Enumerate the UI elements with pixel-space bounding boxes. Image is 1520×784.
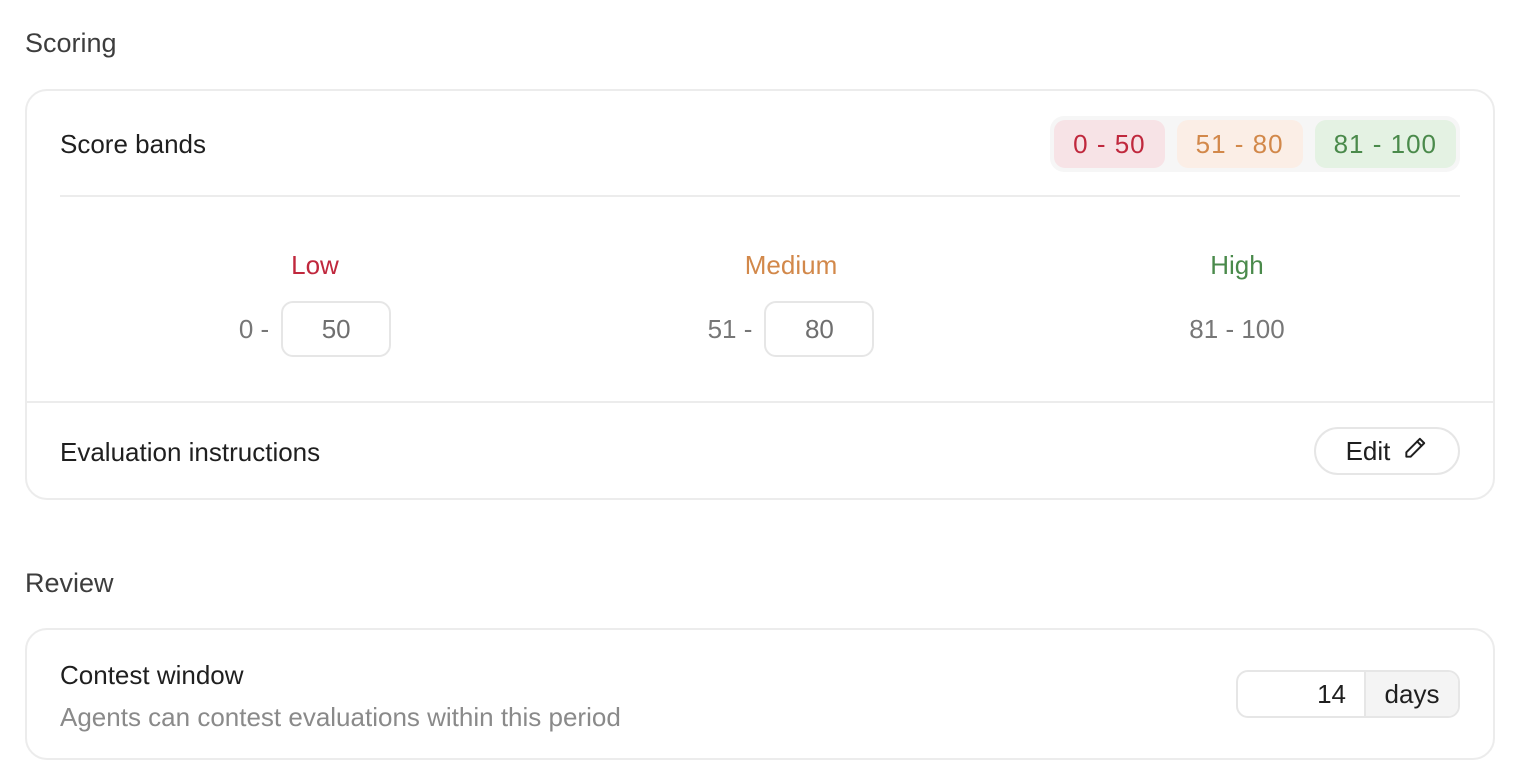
pill-low-band: 0 - 50	[1054, 120, 1165, 168]
band-low-prefix: 0 -	[238, 313, 270, 344]
contest-window-description: Agents can contest evaluations within th…	[60, 702, 621, 732]
band-high-range: 81 - 100	[1087, 301, 1387, 357]
edit-button-label: Edit	[1345, 435, 1391, 466]
band-medium: Medium 51 - 80	[641, 249, 941, 357]
pencil-icon	[1402, 435, 1428, 468]
band-medium-max-input[interactable]: 80	[764, 301, 875, 357]
pill-medium-band: 51 - 80	[1176, 120, 1303, 168]
band-high: High 81 - 100	[1087, 249, 1387, 357]
evaluation-instructions-label: Evaluation instructions	[60, 437, 321, 467]
scoring-card: Score bands 0 - 50 51 - 80 81 - 100 Low …	[25, 89, 1495, 500]
divider	[27, 401, 1493, 403]
review-section-title: Review	[25, 568, 114, 598]
band-low-name: Low	[291, 250, 339, 280]
contest-days-input[interactable]: 14	[1238, 672, 1364, 716]
score-bands-label: Score bands	[60, 129, 206, 159]
edit-instructions-button[interactable]: Edit	[1314, 427, 1460, 475]
contest-days-field: 14 days	[1236, 670, 1460, 718]
score-band-pills: 0 - 50 51 - 80 81 - 100	[1050, 116, 1460, 172]
band-high-name: High	[1210, 250, 1264, 280]
band-high-range-text: 81 - 100	[1189, 313, 1285, 344]
divider	[60, 195, 1460, 197]
band-low-range: 0 - 50	[165, 301, 465, 357]
review-card: Contest window Agents can contest evalua…	[25, 628, 1495, 760]
band-medium-range: 51 - 80	[641, 301, 941, 357]
contest-days-suffix: days	[1364, 672, 1458, 716]
pill-high-band: 81 - 100	[1314, 120, 1456, 168]
band-medium-prefix: 51 -	[707, 313, 753, 344]
band-low: Low 0 - 50	[165, 249, 465, 357]
scoring-section-title: Scoring	[25, 28, 117, 58]
contest-window-label: Contest window	[60, 660, 244, 690]
band-medium-name: Medium	[744, 250, 838, 280]
band-low-max-input[interactable]: 50	[281, 301, 392, 357]
